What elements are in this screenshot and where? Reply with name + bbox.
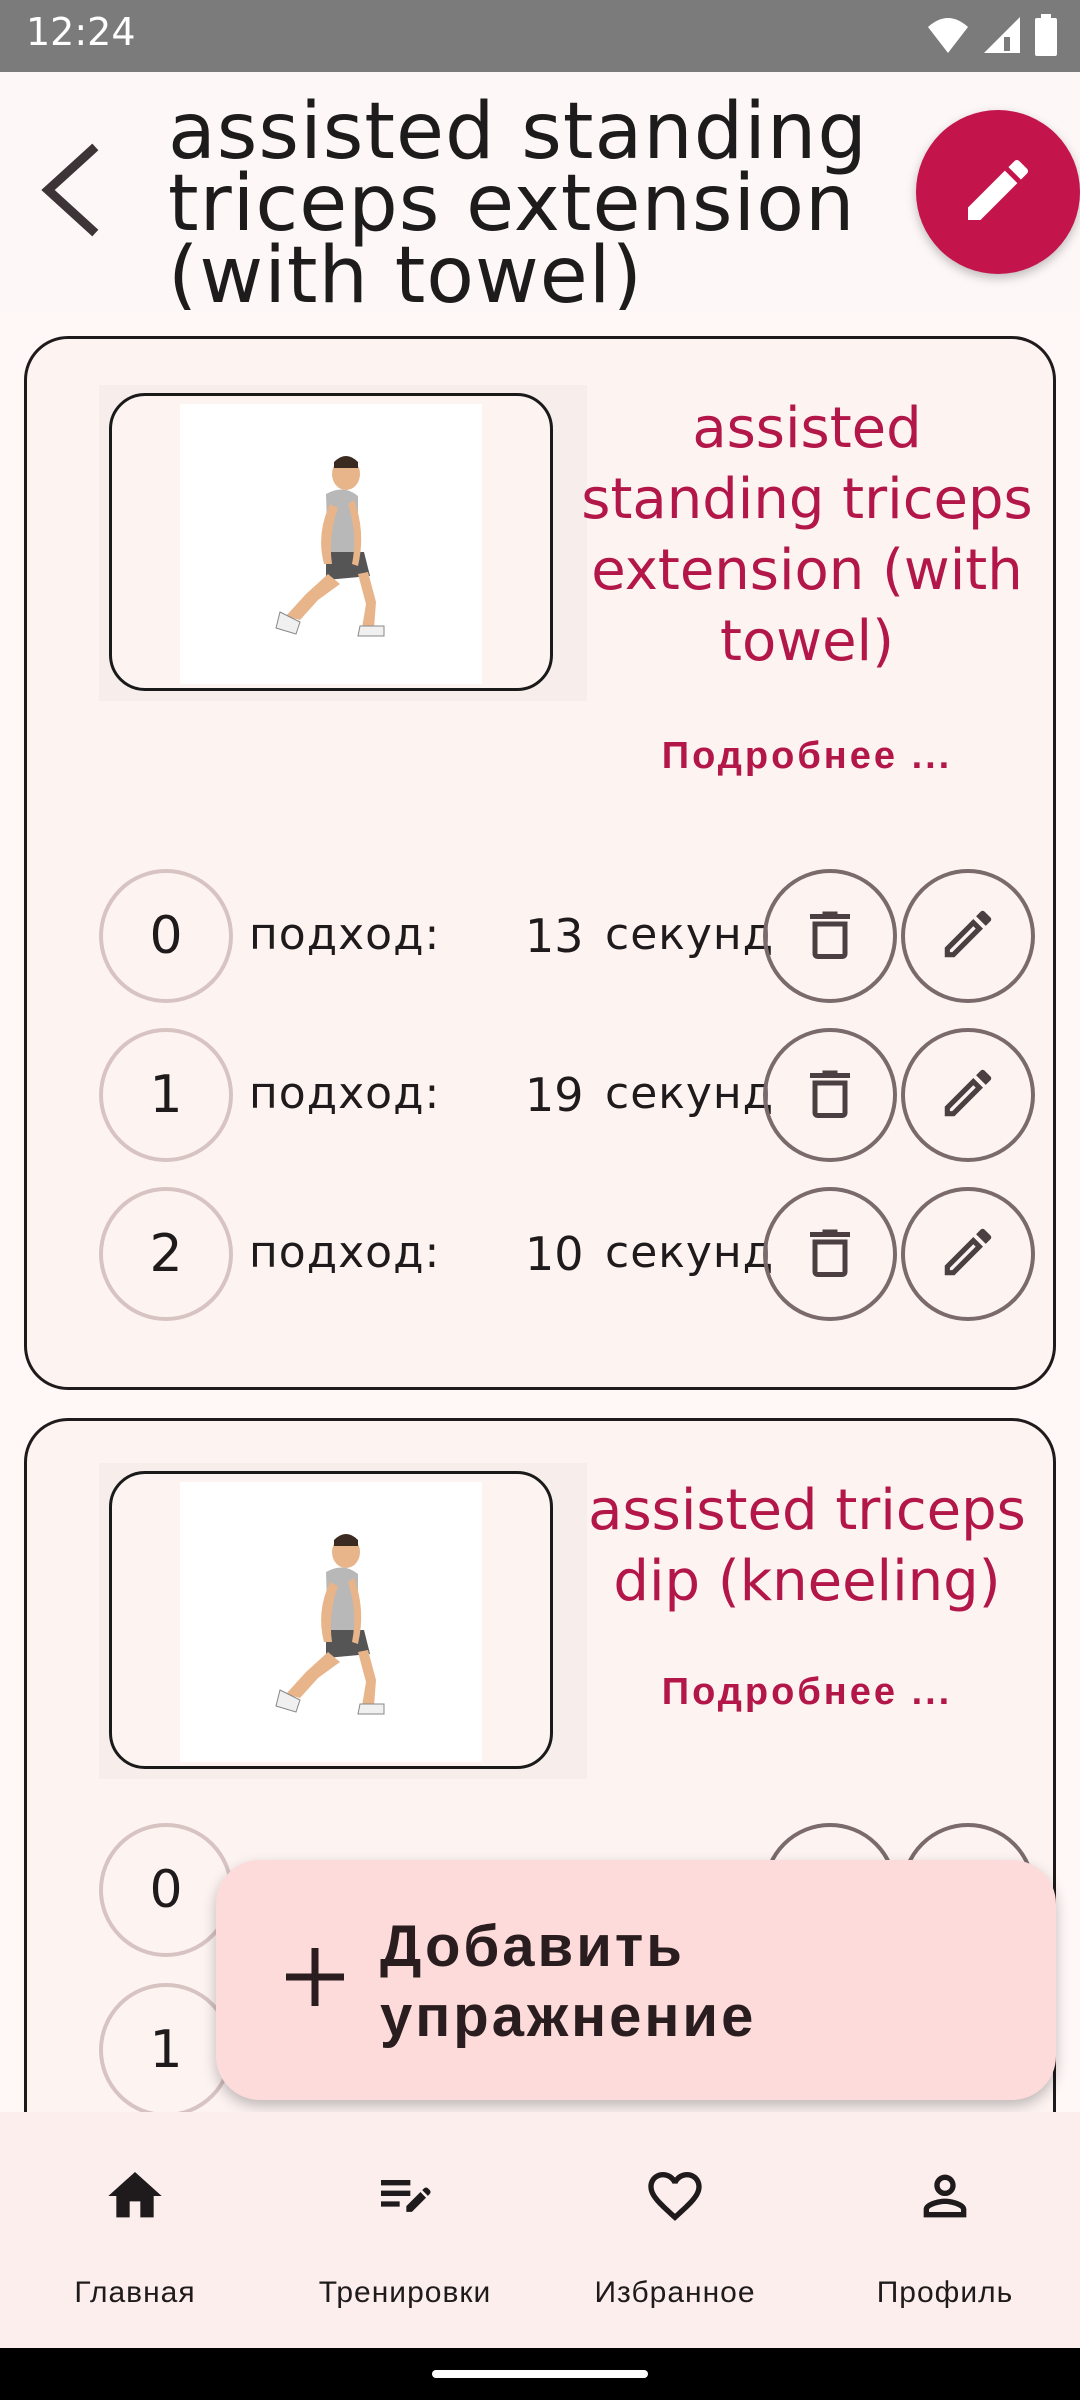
edit-set-button[interactable] [901,1028,1035,1162]
page-title-container: assisted standing triceps extension (wit… [168,96,868,310]
nav-label: Главная [74,2276,196,2309]
home-icon [103,2164,167,2233]
plus-icon [280,1942,350,2017]
nav-label: Профиль [876,2276,1014,2309]
nav-label: Избранное [594,2276,756,2309]
set-duration-value: 10 [525,1227,584,1281]
set-index: 0 [99,869,233,1003]
wifi-icon [926,15,970,60]
set-duration-value: 19 [525,1068,584,1122]
details-link[interactable]: Подробнее ... [587,735,1027,778]
set-label: подход: [249,1068,441,1119]
bottom-navigation: Главная Тренировки Избранное Профиль [0,2112,1080,2348]
set-duration-value: 13 [525,909,584,963]
status-bar: 12:24 [0,0,1080,72]
exercise-illustration [180,404,482,684]
status-time: 12:24 [26,10,136,54]
battery-icon [1034,14,1058,61]
exercise-image [109,393,553,691]
set-row: 0 подход: 13 секунд [99,869,1039,1005]
exercise-title: assisted triceps dip (kneeling) [588,1478,1026,1614]
set-row: 1 подход: 19 секунд [99,1028,1039,1164]
exercise-image [109,1471,553,1769]
set-label: подход: [249,909,441,960]
edit-set-button[interactable] [901,869,1035,1003]
nav-item-workouts[interactable]: Тренировки [270,2112,540,2348]
delete-set-button[interactable] [763,869,897,1003]
exercise-card[interactable]: assisted standing triceps extension (wit… [24,336,1056,1390]
gesture-bar [0,2348,1080,2400]
pencil-icon [937,1062,999,1129]
nav-item-favorites[interactable]: Избранное [540,2112,810,2348]
page-title: assisted standing triceps extension (wit… [168,96,868,310]
exercise-illustration [180,1482,482,1762]
arrow-back-icon [34,140,104,245]
add-exercise-button[interactable]: Добавить упражнение [216,1860,1056,2100]
back-button[interactable] [24,132,114,252]
set-duration-unit: секунд [605,1227,775,1278]
set-index: 2 [99,1187,233,1321]
set-index: 0 [99,1823,233,1957]
trash-icon [800,904,860,969]
exercise-image-frame [99,1463,587,1779]
set-duration-unit: секунд [605,1068,775,1119]
pencil-icon [937,1221,999,1288]
set-label: подход: [249,1227,441,1278]
details-link[interactable]: Подробнее ... [587,1671,1027,1714]
edit-workout-button[interactable] [916,110,1080,274]
workouts-list-icon [373,2164,437,2233]
heart-icon [643,2164,707,2233]
nav-label: Тренировки [318,2276,492,2309]
pencil-icon [958,150,1038,235]
trash-icon [800,1222,860,1287]
nav-item-home[interactable]: Главная [0,2112,270,2348]
exercise-title: assisted standing triceps extension (wit… [581,396,1033,674]
set-duration-unit: секунд [605,909,775,960]
set-index: 1 [99,1983,233,2117]
person-icon [913,2164,977,2233]
signal-icon [982,15,1022,60]
status-icons [926,14,1058,61]
set-row: 2 подход: 10 секунд [99,1187,1039,1323]
pencil-icon [937,903,999,970]
edit-set-button[interactable] [901,1187,1035,1321]
add-exercise-label: Добавить упражнение [380,1914,757,2049]
trash-icon [800,1063,860,1128]
set-index: 1 [99,1028,233,1162]
delete-set-button[interactable] [763,1028,897,1162]
gesture-handle[interactable] [432,2370,648,2378]
exercise-image-frame [99,385,587,701]
delete-set-button[interactable] [763,1187,897,1321]
nav-item-profile[interactable]: Профиль [810,2112,1080,2348]
